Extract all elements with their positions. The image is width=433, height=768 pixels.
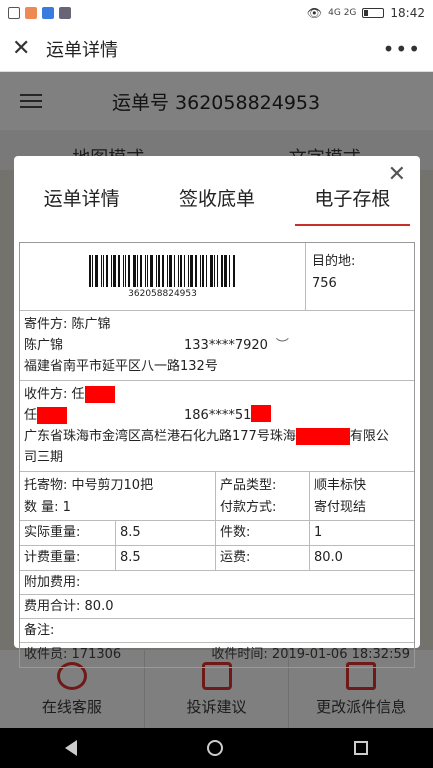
- sender-label: 寄件方:: [24, 317, 68, 332]
- sender-phone: 133****7920: [184, 338, 268, 353]
- redaction: [84, 386, 115, 403]
- pickup-time-value: 2019-01-06 18:32:59: [271, 647, 410, 662]
- sender-name: 陈广锦: [71, 317, 111, 332]
- destination-label: 目的地:: [312, 254, 356, 269]
- product-type-label: 产品类型:: [220, 478, 277, 493]
- redaction: [251, 405, 272, 422]
- recipient-address-line2: 司三期: [24, 450, 64, 465]
- pieces-label: 件数:: [216, 521, 310, 545]
- app-notification-icon: [25, 7, 37, 19]
- app-header: ✕ 运单详情 •••: [0, 26, 433, 72]
- signal-icon: 4G 2G: [328, 8, 357, 18]
- actual-weight-value: 8.5: [116, 521, 216, 545]
- product-type-value: 顺丰标快: [314, 478, 367, 493]
- app-notification-icon: [59, 7, 71, 19]
- back-icon[interactable]: [65, 740, 78, 756]
- extra-fee-label: 附加费用:: [20, 571, 414, 595]
- recipient-section: 收件方: 任 任 186****51 广东省珠海市金湾区高栏港石化九路177号珠海…: [20, 381, 414, 472]
- notification-icons: [8, 7, 71, 19]
- tab-signed-receipt[interactable]: 签收底单: [149, 184, 284, 226]
- payment-label: 付款方式:: [220, 500, 277, 515]
- app-notification-icon: [8, 7, 20, 19]
- recipient-phone: 186****51: [184, 408, 252, 423]
- recipient-name: 任: [71, 387, 85, 402]
- sender-name-2: 陈广锦: [24, 338, 64, 353]
- electronic-stub: 362058824953 目的地: 756 寄件方: 陈广锦 陈广锦 133***…: [19, 242, 415, 668]
- barcode: 362058824953: [20, 243, 306, 310]
- redaction: [295, 428, 350, 445]
- courier-label: 收件员:: [24, 647, 68, 662]
- more-icon[interactable]: •••: [383, 37, 421, 61]
- remark-label: 备注:: [20, 619, 414, 643]
- payment-value: 寄付现结: [314, 500, 367, 515]
- status-bar: 👁 4G 2G 18:42: [0, 0, 433, 26]
- tab-waybill-details[interactable]: 运单详情: [14, 184, 149, 226]
- freight-value: 80.0: [314, 550, 343, 565]
- billing-weight-label: 计费重量:: [20, 546, 116, 570]
- modal-tabs: 运单详情 签收底单 电子存根: [14, 184, 420, 226]
- total-fee-label: 费用合计:: [24, 599, 81, 614]
- barcode-bars: [89, 254, 236, 287]
- clock: 18:42: [390, 6, 425, 20]
- qty-label: 数 量:: [24, 500, 59, 515]
- recipient-name-2: 任: [24, 408, 38, 423]
- eye-closed-icon[interactable]: ︶: [276, 335, 289, 356]
- recent-apps-icon[interactable]: [353, 741, 368, 755]
- item-label: 托寄物:: [24, 478, 68, 493]
- total-fee-value: 80.0: [84, 599, 114, 614]
- system-nav-bar: [0, 728, 433, 768]
- close-icon[interactable]: ✕: [12, 36, 40, 61]
- home-icon[interactable]: [207, 740, 224, 756]
- actual-weight-label: 实际重量:: [20, 521, 116, 545]
- eye-icon: 👁: [306, 6, 323, 20]
- billing-weight-value: 8.5: [116, 546, 216, 570]
- recipient-label: 收件方:: [24, 387, 68, 402]
- battery-icon: [362, 8, 385, 18]
- app-notification-icon: [42, 7, 54, 19]
- redaction: [37, 407, 68, 424]
- item-value: 中号剪刀10把: [71, 478, 154, 493]
- pieces-value: 1: [314, 525, 323, 540]
- tab-electronic-stub[interactable]: 电子存根: [285, 184, 420, 226]
- freight-label: 运费:: [216, 546, 310, 570]
- destination: 目的地: 756: [306, 243, 414, 310]
- receipt-modal: ✕ 运单详情 签收底单 电子存根 362058824953 目的地: 756 寄…: [14, 156, 420, 668]
- courier-value: 171306: [71, 647, 122, 662]
- destination-code: 756: [312, 276, 337, 291]
- qty-value: 1: [62, 500, 71, 515]
- barcode-number: 362058824953: [128, 288, 197, 299]
- pickup-time-label: 收件时间:: [211, 647, 268, 662]
- recipient-address-suffix: 有限公: [349, 429, 389, 444]
- sender-section: 寄件方: 陈广锦 陈广锦 133****7920 ︶ 福建省南平市延平区八一路132…: [20, 311, 414, 381]
- recipient-address: 广东省珠海市金湾区高栏港石化九路177号珠海: [24, 429, 296, 444]
- sender-address: 福建省南平市延平区八一路132号: [24, 359, 218, 374]
- page-title: 运单详情: [46, 39, 118, 61]
